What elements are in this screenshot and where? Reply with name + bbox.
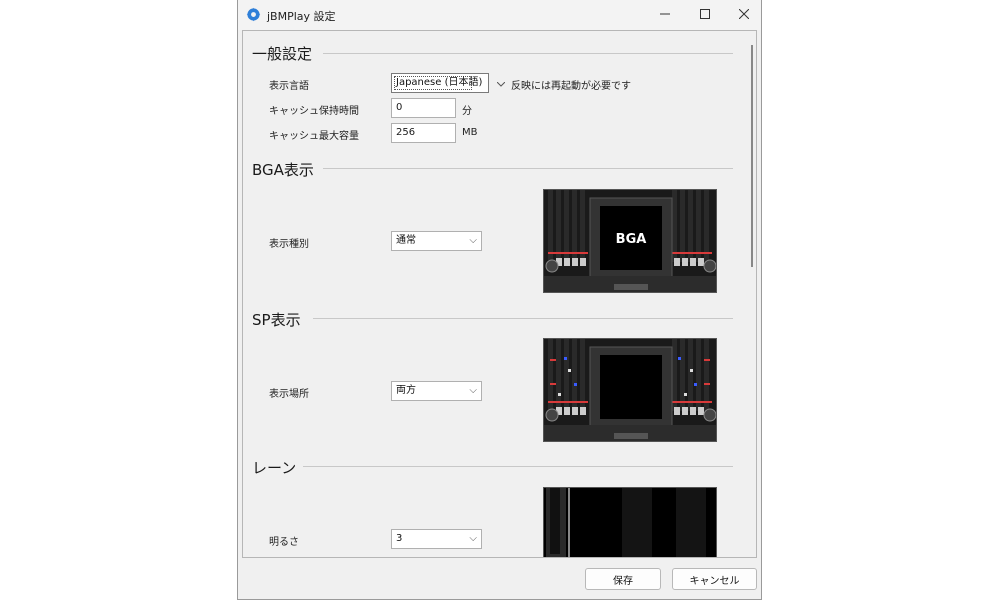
close-icon <box>739 9 749 19</box>
section-divider <box>323 53 733 54</box>
bga-type-label: 表示種別 <box>269 239 309 250</box>
lane-brightness-value: 3 <box>396 533 403 544</box>
section-sp-heading: SP表示 <box>252 311 301 329</box>
sp-preview-image <box>543 338 717 442</box>
chevron-down-icon: ⌵ <box>469 235 477 246</box>
bga-preview-drawing: BGA <box>544 190 716 292</box>
cache-size-unit: MB <box>462 127 478 138</box>
window-title: jBMPlay 設定 <box>267 10 336 23</box>
section-bga-heading: BGA表示 <box>252 161 314 179</box>
section-divider <box>323 168 733 169</box>
section-divider <box>303 466 733 467</box>
save-button[interactable]: 保存 <box>585 568 661 590</box>
cache-size-input[interactable]: 256 <box>391 123 456 143</box>
sp-position-select[interactable]: 両方 ⌵ <box>391 381 482 401</box>
lane-brightness-select[interactable]: 3 ⌵ <box>391 529 482 549</box>
bga-type-select[interactable]: 通常 ⌵ <box>391 231 482 251</box>
minimize-icon <box>660 13 670 15</box>
chevron-down-icon: ⌵ <box>469 385 477 396</box>
restart-note: 反映には再起動が必要です <box>511 81 631 92</box>
lane-brightness-label: 明るさ <box>269 537 299 548</box>
language-value: Japanese (日本語) <box>396 77 483 88</box>
language-label: 表示言語 <box>269 81 309 92</box>
cancel-button[interactable]: キャンセル <box>672 568 757 590</box>
scrollbar-thumb[interactable] <box>751 45 753 267</box>
chevron-down-icon <box>496 81 505 87</box>
bga-type-value: 通常 <box>396 235 416 246</box>
sp-position-label: 表示場所 <box>269 389 309 400</box>
cache-size-label: キャッシュ最大容量 <box>269 131 359 142</box>
bga-preview-image: BGA <box>543 189 717 293</box>
maximize-button[interactable] <box>685 0 725 28</box>
title-bar[interactable]: jBMPlay 設定 <box>238 0 761 30</box>
cache-time-label: キャッシュ保持時間 <box>269 106 359 117</box>
section-divider <box>313 318 733 319</box>
cache-time-unit: 分 <box>462 106 472 117</box>
chevron-down-icon: ⌵ <box>469 533 477 544</box>
bga-preview-text: BGA <box>616 232 647 247</box>
gear-app-icon <box>246 7 261 22</box>
minimize-button[interactable] <box>645 0 685 28</box>
cache-time-input[interactable]: 0 <box>391 98 456 118</box>
maximize-icon <box>700 9 710 19</box>
sp-preview-drawing <box>544 339 716 441</box>
language-dropdown-button[interactable] <box>493 74 508 94</box>
close-button[interactable] <box>724 0 764 28</box>
section-lane-heading: レーン <box>252 459 297 477</box>
lane-preview-image <box>543 487 717 557</box>
sp-position-value: 両方 <box>396 385 416 396</box>
language-select[interactable]: Japanese (日本語) <box>391 73 489 93</box>
section-general-heading: 一般設定 <box>252 45 313 63</box>
lane-preview-drawing <box>544 488 716 557</box>
settings-panel[interactable]: 一般設定 表示言語 Japanese (日本語) 反映には再起動が必要です キャ… <box>242 30 757 558</box>
settings-window: jBMPlay 設定 一般設定 表示言語 Japanese (日本語) 反映には… <box>237 0 762 600</box>
